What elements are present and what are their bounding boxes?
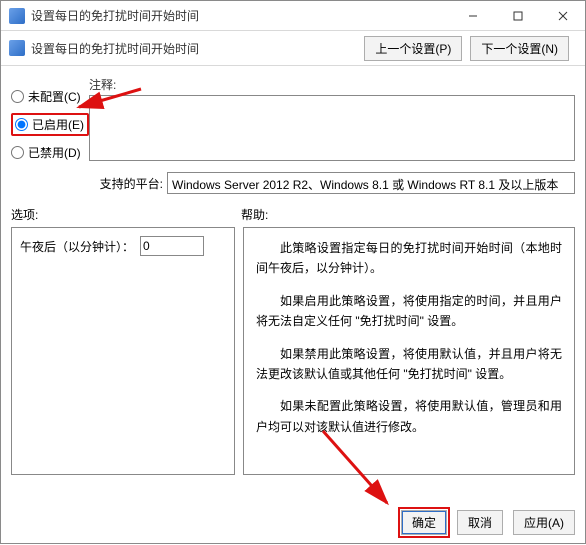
- radio-disabled[interactable]: 已禁用(D): [11, 144, 89, 161]
- apply-button[interactable]: 应用(A): [513, 510, 575, 535]
- help-pane: 此策略设置指定每日的免打扰时间开始时间（本地时间午夜后，以分钟计）。 如果启用此…: [243, 227, 575, 475]
- help-paragraph: 此策略设置指定每日的免打扰时间开始时间（本地时间午夜后，以分钟计）。: [256, 238, 562, 279]
- divider: [1, 65, 585, 66]
- help-paragraph: 如果未配置此策略设置，将使用默认值，管理员和用户均可以对该默认值进行修改。: [256, 396, 562, 437]
- window-buttons: [450, 1, 585, 30]
- dialog-footer: 确定 取消 应用(A): [401, 510, 575, 535]
- titlebar: 设置每日的免打扰时间开始时间: [1, 1, 585, 31]
- minutes-spinner[interactable]: [140, 236, 204, 256]
- radio-enabled[interactable]: 已启用(E): [11, 113, 89, 136]
- window-title: 设置每日的免打扰时间开始时间: [31, 7, 450, 24]
- dialog-window: 设置每日的免打扰时间开始时间 设置每日的免打扰时间开始时间 上一个设置(P) 下…: [0, 0, 586, 544]
- ok-button[interactable]: 确定: [401, 510, 447, 535]
- spinner-label: 午夜后（以分钟计）：: [20, 238, 134, 255]
- help-paragraph: 如果禁用此策略设置，将使用默认值，并且用户将无法更改该默认值或其他任何 "免打扰…: [256, 344, 562, 385]
- next-setting-button[interactable]: 下一个设置(N): [470, 36, 569, 61]
- subheader: 设置每日的免打扰时间开始时间 上一个设置(P) 下一个设置(N): [1, 31, 585, 65]
- platform-label: 支持的平台:: [89, 172, 167, 192]
- app-icon: [9, 8, 25, 24]
- radio-not-configured-label: 未配置(C): [28, 88, 81, 105]
- minimize-button[interactable]: [450, 1, 495, 30]
- maximize-button[interactable]: [495, 1, 540, 30]
- close-button[interactable]: [540, 1, 585, 30]
- options-pane: 午夜后（以分钟计）：: [11, 227, 235, 475]
- radio-not-configured[interactable]: 未配置(C): [11, 88, 89, 105]
- cancel-button[interactable]: 取消: [457, 510, 503, 535]
- radio-enabled-label: 已启用(E): [32, 116, 84, 133]
- comment-label: 注释:: [89, 76, 575, 93]
- help-label: 帮助:: [241, 206, 268, 223]
- help-paragraph: 如果启用此策略设置，将使用指定的时间，并且用户将无法自定义任何 "免打扰时间" …: [256, 291, 562, 332]
- options-label: 选项:: [11, 206, 241, 223]
- platform-value: Windows Server 2012 R2、Windows 8.1 或 Win…: [167, 172, 575, 194]
- radio-disabled-label: 已禁用(D): [28, 144, 81, 161]
- radio-group: 未配置(C) 已启用(E) 已禁用(D): [11, 76, 89, 194]
- policy-title: 设置每日的免打扰时间开始时间: [31, 40, 364, 57]
- previous-setting-button[interactable]: 上一个设置(P): [364, 36, 462, 61]
- comment-textarea[interactable]: [89, 95, 575, 161]
- policy-icon: [9, 40, 25, 56]
